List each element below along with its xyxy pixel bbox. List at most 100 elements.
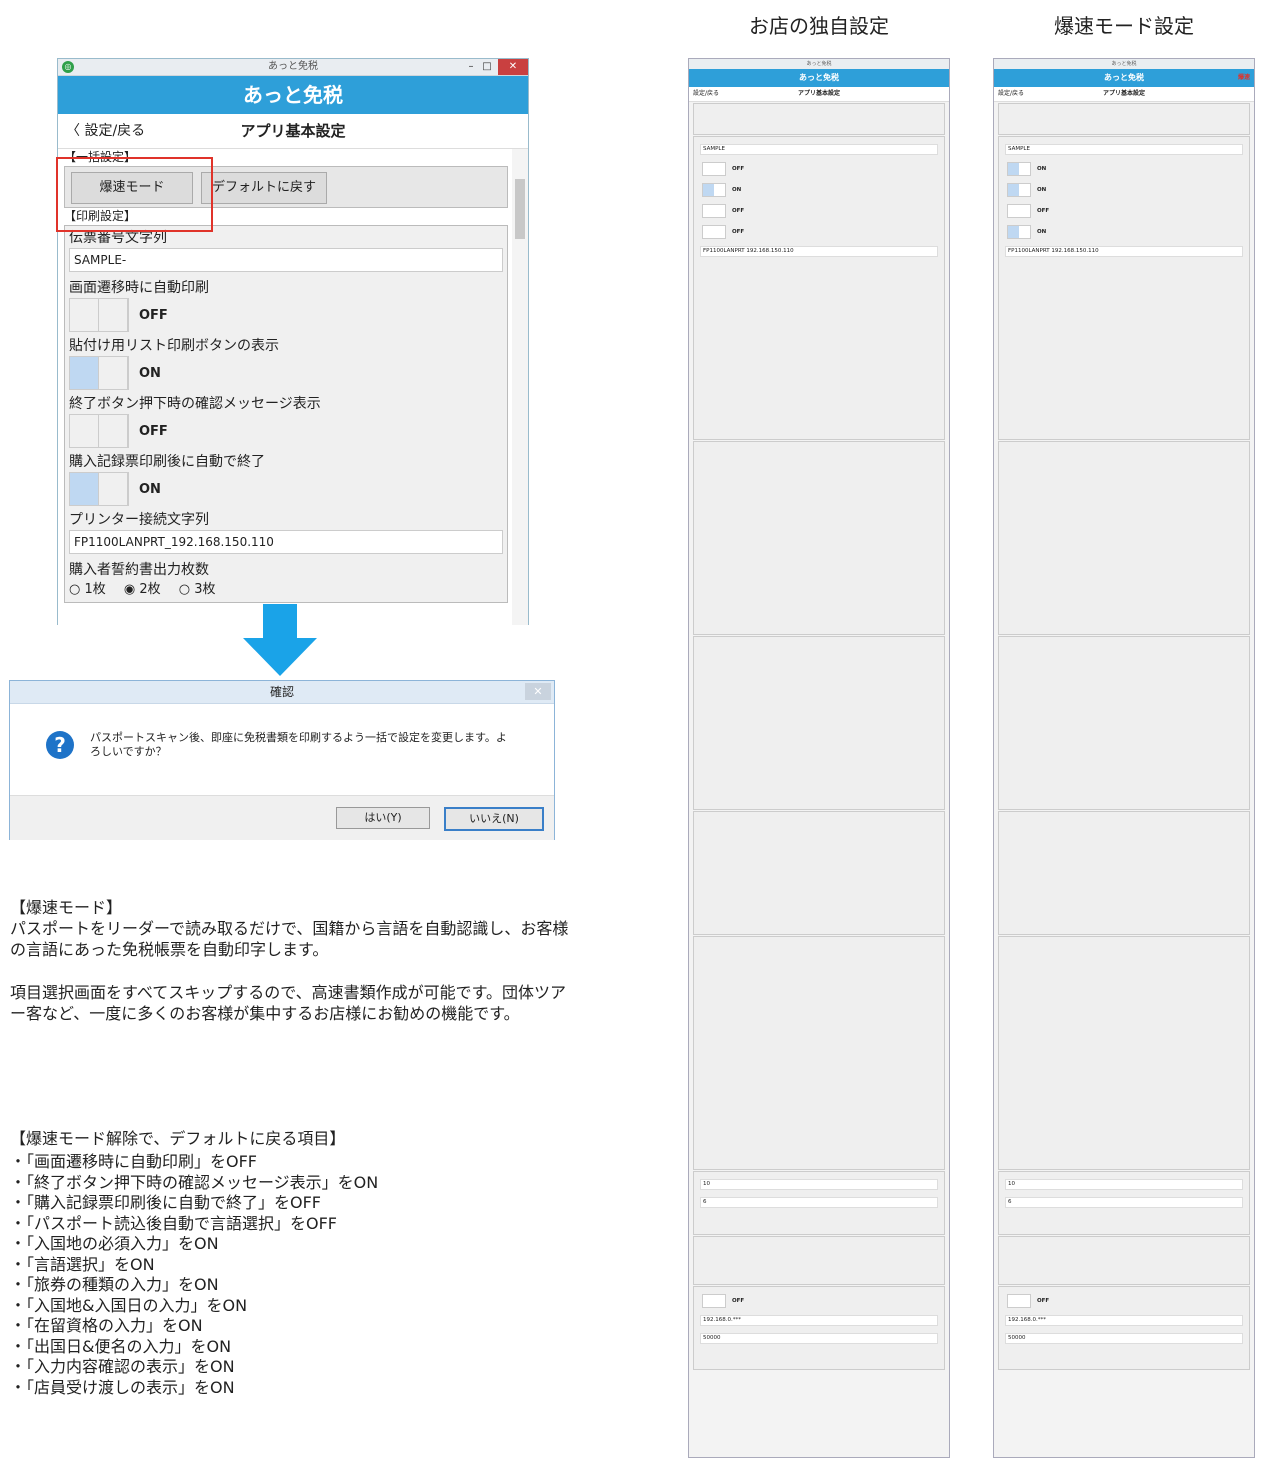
reset-heading: 【爆速モード解除で、デフォルトに戻る項目】 [10, 1129, 346, 1148]
printer-label: プリンター接続文字列 [69, 512, 209, 528]
app-window: ◎ あっと免税 – □ ✕ あっと免税 〈 設定/戻る アプリ基本設定 【一括設… [57, 58, 529, 625]
mini-page-title: アプリ基本設定 [797, 90, 840, 97]
mini-slip-input[interactable]: SAMPLE [1005, 144, 1243, 155]
dialog-close-button[interactable]: ✕ [525, 683, 551, 700]
mini-months-input[interactable]: 6 [700, 1197, 938, 1208]
default-button[interactable]: デフォルトに戻す [201, 172, 327, 204]
paste-list-label: 貼付け用リスト印刷ボタンの表示 [69, 338, 279, 354]
auto-exit-label: 購入記録票印刷後に自動で終了 [69, 454, 265, 470]
app-icon: ◎ [62, 61, 74, 73]
list-item: ・「在留資格の入力」をON [10, 1316, 203, 1335]
mini-tax-calc-group [693, 811, 945, 935]
copies-label: 購入者誓約書出力枚数 [69, 562, 209, 578]
mini-port-input[interactable]: 50000 [700, 1333, 938, 1344]
mini-nav: 設定/戻る アプリ基本設定 [689, 87, 949, 102]
list-item: ・「入国地の必須入力」をON [10, 1234, 219, 1253]
copies-radio-1[interactable]: ○ 1枚 [69, 582, 106, 597]
mini-printer-input[interactable]: FP1100LANPRT 192.168.150.110 [700, 246, 938, 257]
mini-printer-input[interactable]: FP1100LANPRT 192.168.150.110 [1005, 246, 1243, 257]
scrollbar[interactable] [512, 149, 528, 625]
copies-radio-group: ○ 1枚 ◉ 2枚 ○ 3枚 [69, 580, 503, 600]
highlight-box [56, 157, 213, 232]
mini-nav: 設定/戻る アプリ基本設定 [994, 87, 1254, 102]
mini-years-input[interactable]: 10 [700, 1179, 938, 1190]
mini-title: あっと免税 [994, 59, 1254, 69]
dialog-footer: はい(Y) いいえ(N) [10, 795, 554, 840]
no-button[interactable]: いいえ(N) [444, 807, 544, 831]
mini-ds-group [693, 1236, 945, 1285]
list-item: ・「入国地&入国日の入力」をON [10, 1295, 248, 1315]
speed-desc-2: 項目選択画面をすべてスキップするので、高速書類作成が可能です。団体ツアー客など、… [10, 983, 567, 1023]
app-logo: あっと免税 [58, 76, 528, 114]
mini-logo: あっと免税 爆速 [994, 69, 1254, 87]
list-item: ・「店員受け渡しの表示」をON [10, 1377, 235, 1397]
page-title: アプリ基本設定 [240, 122, 346, 140]
question-icon: ? [46, 731, 74, 759]
close-button[interactable]: ✕ [498, 59, 528, 75]
print-settings-group: 伝票番号文字列 SAMPLE- 画面遷移時に自動印刷 OFF 貼付け用リスト印刷… [64, 225, 508, 603]
mini-check-group: 10 6 [998, 1171, 1250, 1235]
scrollbar-thumb[interactable] [515, 179, 525, 239]
list-item: ・「画面遷移時に自動印刷」をOFF [10, 1152, 258, 1171]
mini-input-device-group [998, 441, 1250, 635]
exit-confirm-state: OFF [139, 423, 168, 439]
paste-list-toggle[interactable]: ON [69, 356, 503, 390]
mini-input-items-group [998, 636, 1250, 810]
shop-settings-title: お店の独自設定 [749, 14, 889, 38]
mini-page-title: アプリ基本設定 [1102, 90, 1145, 97]
auto-exit-toggle[interactable]: ON [69, 472, 503, 506]
slip-input[interactable]: SAMPLE- [69, 248, 503, 272]
mini-bcpos-group: OFF 192.168.0.*** 50000 [693, 1286, 945, 1370]
mini-tax-calc-group [998, 811, 1250, 935]
mini-ip-input[interactable]: 192.168.0.*** [1005, 1315, 1243, 1326]
mini-print-group: SAMPLE OFF ON OFF OFF FP1100LANPRT 192.1… [693, 136, 945, 440]
title-bar: ◎ あっと免税 – □ ✕ [58, 59, 528, 76]
speed-settings-screenshot: あっと免税 あっと免税 爆速 設定/戻る アプリ基本設定 SAMPLE ON ON … [993, 58, 1255, 1458]
mini-skip-group [693, 936, 945, 1170]
mini-port-input[interactable]: 50000 [1005, 1333, 1243, 1344]
exit-confirm-toggle[interactable]: OFF [69, 414, 503, 448]
auto-print-label: 画面遷移時に自動印刷 [69, 280, 209, 296]
mini-slip-input[interactable]: SAMPLE [700, 144, 938, 155]
speed-settings-title: 爆速モード設定 [1054, 14, 1194, 38]
down-arrow-head [243, 638, 317, 676]
reset-list: ・「画面遷移時に自動印刷」をOFF ・「終了ボタン押下時の確認メッセージ表示」を… [10, 1152, 570, 1398]
speed-badge: 爆速 [1237, 74, 1250, 81]
mini-title: あっと免税 [689, 59, 949, 69]
confirm-dialog: 確認 ✕ ? パスポートスキャン後、即座に免税書類を印刷するよう一括で設定を変更… [9, 680, 555, 840]
window-title: あっと免税 [268, 61, 318, 72]
maximize-button[interactable]: □ [480, 59, 494, 75]
dialog-title: 確認 [269, 685, 294, 699]
mini-print-group: SAMPLE ON ON OFF ON FP1100LANPRT 192.168… [998, 136, 1250, 440]
yes-button[interactable]: はい(Y) [336, 807, 430, 829]
auto-exit-state: ON [139, 481, 161, 497]
paste-list-state: ON [139, 365, 161, 381]
printer-input[interactable]: FP1100LANPRT_192.168.150.110 [69, 530, 503, 554]
mini-ip-input[interactable]: 192.168.0.*** [700, 1315, 938, 1326]
mini-logo: あっと免税 [689, 69, 949, 87]
mini-logo-text: あっと免税 [1104, 73, 1144, 82]
list-item: ・「購入記録票印刷後に自動で終了」をOFF [10, 1193, 322, 1212]
minimize-button[interactable]: – [464, 59, 478, 75]
mini-input-device-group [693, 441, 945, 635]
list-item: ・「旅券の種類の入力」をON [10, 1275, 219, 1294]
mini-ds-group [998, 1236, 1250, 1285]
speed-desc-1: パスポートをリーダーで読み取るだけで、国籍から言語を自動認識し、お客様の言語にあ… [10, 919, 569, 959]
mini-skip-group [998, 936, 1250, 1170]
shop-settings-screenshot: あっと免税 あっと免税 設定/戻る アプリ基本設定 SAMPLE OFF ON O… [688, 58, 950, 1458]
mini-bcpos-group: OFF 192.168.0.*** 50000 [998, 1286, 1250, 1370]
speed-heading: 【爆速モード】 [10, 898, 123, 917]
mini-years-input[interactable]: 10 [1005, 1179, 1243, 1190]
exit-confirm-label: 終了ボタン押下時の確認メッセージ表示 [69, 396, 321, 412]
list-item: ・「入力内容確認の表示」をON [10, 1357, 235, 1376]
auto-print-toggle[interactable]: OFF [69, 298, 503, 332]
mini-input-items-group [693, 636, 945, 810]
mini-bulk-group [693, 103, 945, 135]
list-item: ・「終了ボタン押下時の確認メッセージ表示」をON [10, 1172, 379, 1192]
dialog-message: パスポートスキャン後、即座に免税書類を印刷するよう一括で設定を変更します。よろし… [90, 731, 507, 758]
copies-radio-3[interactable]: ○ 3枚 [179, 582, 216, 597]
list-item: ・「パスポート読込後自動で言語選択」をOFF [10, 1213, 338, 1233]
mini-months-input[interactable]: 6 [1005, 1197, 1243, 1208]
list-item: ・「出国日&便名の入力」をON [10, 1336, 232, 1356]
copies-radio-2[interactable]: ◉ 2枚 [124, 582, 161, 597]
